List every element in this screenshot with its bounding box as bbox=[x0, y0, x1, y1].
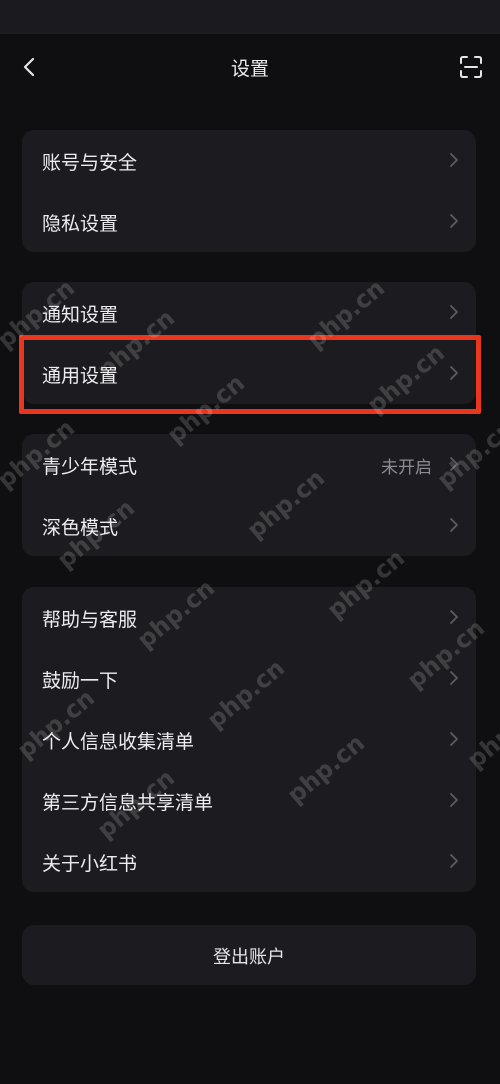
chevron-right-icon bbox=[450, 518, 458, 532]
chevron-right-icon bbox=[450, 153, 458, 167]
scan-button[interactable] bbox=[456, 52, 486, 82]
chevron-right-icon bbox=[450, 214, 458, 228]
chevron-right-icon bbox=[450, 732, 458, 746]
settings-item-notifications[interactable]: 通知设置 bbox=[22, 282, 476, 343]
settings-item-help-support[interactable]: 帮助与客服 bbox=[22, 587, 476, 648]
settings-item-about[interactable]: 关于小红书 bbox=[22, 831, 476, 892]
settings-item-label: 青少年模式 bbox=[42, 456, 138, 478]
settings-group-account: 账号与安全 隐私设置 bbox=[22, 130, 476, 252]
chevron-right-icon bbox=[450, 671, 458, 685]
settings-item-teen-mode[interactable]: 青少年模式 未开启 bbox=[22, 434, 476, 495]
settings-item-personal-info-list[interactable]: 个人信息收集清单 bbox=[22, 709, 476, 770]
scan-icon bbox=[460, 56, 482, 78]
chevron-right-icon bbox=[450, 854, 458, 868]
settings-item-label: 隐私设置 bbox=[42, 213, 119, 235]
settings-item-account-security[interactable]: 账号与安全 bbox=[22, 130, 476, 191]
page-title: 设置 bbox=[230, 58, 269, 80]
logout-label: 登出账户 bbox=[213, 947, 285, 968]
settings-item-label: 帮助与客服 bbox=[42, 609, 138, 631]
chevron-right-icon bbox=[450, 366, 458, 380]
chevron-right-icon bbox=[450, 305, 458, 319]
logout-button[interactable]: 登出账户 bbox=[22, 925, 476, 985]
chevron-right-icon bbox=[450, 793, 458, 807]
settings-item-value: 未开启 bbox=[381, 458, 432, 478]
settings-item-label: 账号与安全 bbox=[42, 152, 138, 174]
nav-bar: 设置 bbox=[0, 34, 500, 100]
settings-group-help: 帮助与客服 鼓励一下 个人信息收集清单 第三方信息共享清单 关于小红书 bbox=[22, 587, 476, 892]
settings-item-privacy[interactable]: 隐私设置 bbox=[22, 191, 476, 252]
settings-item-label: 关于小红书 bbox=[42, 853, 138, 875]
status-bar bbox=[0, 0, 500, 34]
settings-item-third-party-share-list[interactable]: 第三方信息共享清单 bbox=[22, 770, 476, 831]
